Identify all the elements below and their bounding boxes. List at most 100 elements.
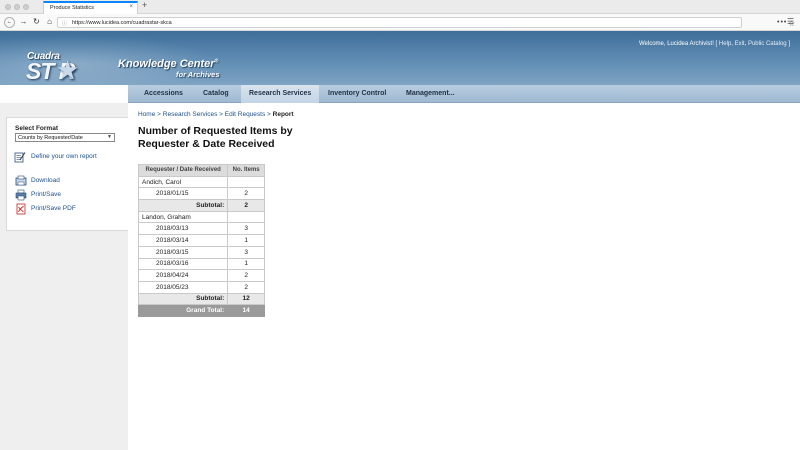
- table-row: 2018/05/23 2: [137, 280, 265, 294]
- table-grand-total-row: Grand Total: 14: [137, 304, 265, 317]
- breadcrumb-sep: >: [157, 111, 161, 118]
- row-count: 2: [227, 269, 265, 282]
- registered-mark: ®: [214, 58, 219, 65]
- page-title-line1: Number of Requested Items by: [138, 125, 293, 137]
- window-minimize-dot[interactable]: [14, 4, 20, 10]
- row-count: [227, 210, 265, 224]
- table-row: 2018/04/24 2: [137, 269, 265, 282]
- edit-report-icon[interactable]: [14, 151, 26, 163]
- header-requester-date: Requester / Date Received: [137, 164, 229, 177]
- for-archives-subtitle: for Archives: [176, 70, 220, 79]
- breadcrumb-home[interactable]: Home: [138, 111, 155, 118]
- table-row: 2018/03/16 1: [137, 257, 265, 271]
- forward-arrow-icon[interactable]: →: [18, 17, 29, 28]
- browser-nav-bar: ← → ↻ ⌂ ⓘ https://www.lucidea.com/cuadra…: [0, 14, 800, 31]
- row-label: Grand Total:: [137, 304, 229, 317]
- tab-close-icon[interactable]: ×: [129, 4, 133, 10]
- kc-title-text: Knowledge Center: [118, 58, 215, 70]
- header-no-items: No. Items: [227, 164, 265, 177]
- row-count: 2: [227, 280, 265, 294]
- site-header: Cuadra ST R ★ Knowledge Center® for Arch…: [0, 31, 800, 85]
- download-link[interactable]: Download: [31, 177, 60, 184]
- format-select-value: Counts by Requester/Date: [18, 135, 83, 141]
- window-close-dot[interactable]: [5, 4, 11, 10]
- window-controls[interactable]: [5, 4, 29, 10]
- breadcrumb-sep: >: [219, 111, 223, 118]
- new-tab-icon[interactable]: +: [142, 0, 147, 10]
- row-count: 2: [227, 199, 265, 212]
- row-label: 2018/03/13: [137, 222, 229, 236]
- row-label: 2018/04/24: [137, 269, 229, 282]
- nav-inventory-control[interactable]: Inventory Control: [320, 85, 394, 103]
- row-label: Subtotal:: [137, 199, 229, 212]
- row-count: 1: [227, 257, 265, 271]
- browser-tab-active[interactable]: Produce Statistics ×: [43, 1, 138, 14]
- define-report-link[interactable]: Define your own report: [31, 153, 97, 160]
- window-maximize-dot[interactable]: [23, 4, 29, 10]
- public-catalog-link[interactable]: Public Catalog: [748, 41, 787, 47]
- format-select[interactable]: Counts by Requester/Date ▼: [15, 133, 115, 142]
- exit-link[interactable]: Exit: [735, 41, 745, 47]
- breadcrumb: Home > Research Services > Edit Requests…: [138, 111, 294, 118]
- table-row: 2018/01/15 2: [137, 187, 265, 201]
- row-count: 2: [227, 187, 265, 201]
- page-title-line2: Requester & Date Received: [138, 137, 275, 150]
- download-icon[interactable]: [15, 175, 27, 187]
- row-label: 2018/03/14: [137, 234, 229, 247]
- browser-tab-bar: Produce Statistics × +: [0, 0, 800, 14]
- row-count: [227, 175, 265, 189]
- table-subtotal-row: Subtotal: 2: [137, 199, 265, 212]
- table-header-row: Requester / Date Received No. Items: [137, 164, 265, 177]
- hamburger-menu-icon[interactable]: ☰: [787, 17, 794, 26]
- row-label: Landon, Graham: [137, 210, 229, 224]
- tab-title: Produce Statistics: [50, 5, 95, 11]
- url-text: https://www.lucidea.com/cuadrastar-skca: [72, 20, 172, 26]
- table-row: 2018/03/13 3: [137, 222, 265, 236]
- row-label: Andich, Carol: [137, 175, 229, 189]
- row-label: 2018/05/23: [137, 280, 229, 294]
- row-label: 2018/03/16: [137, 257, 229, 271]
- row-count: 3: [227, 222, 265, 236]
- print-save-pdf-link[interactable]: Print/Save PDF: [31, 205, 76, 212]
- select-format-label: Select Format: [15, 125, 58, 132]
- nav-left-spacer: [0, 85, 128, 103]
- table-row: 2018/03/15 3: [137, 245, 265, 259]
- main-nav: Accessions Catalog Research Services Inv…: [128, 85, 800, 103]
- welcome-text: Welcome, Lucidea Archivist! [: [638, 41, 718, 47]
- row-count: 14: [227, 304, 265, 317]
- page-actions-icon[interactable]: •••: [777, 19, 787, 26]
- info-icon[interactable]: ⓘ: [62, 20, 67, 27]
- nav-catalog[interactable]: Catalog: [195, 85, 237, 103]
- row-count: 1: [227, 234, 265, 247]
- welcome-bar: Welcome, Lucidea Archivist! [ Help, Exit…: [638, 41, 790, 47]
- printer-icon[interactable]: [15, 189, 27, 201]
- home-icon[interactable]: ⌂: [44, 17, 55, 28]
- logo-star-icon: ★: [56, 55, 80, 85]
- back-arrow-icon[interactable]: ←: [4, 17, 15, 28]
- row-label: 2018/03/15: [137, 245, 229, 259]
- nav-accessions[interactable]: Accessions: [136, 85, 191, 103]
- print-save-link[interactable]: Print/Save: [31, 191, 61, 198]
- row-label: Subtotal:: [137, 292, 229, 306]
- breadcrumb-current: Report: [272, 111, 294, 118]
- table-group-row: Andich, Carol: [137, 175, 265, 189]
- row-count: 12: [227, 292, 265, 306]
- report-table: Requester / Date Received No. Items Andi…: [137, 164, 265, 317]
- table-group-row: Landon, Graham: [137, 210, 265, 224]
- nav-management[interactable]: Management...: [398, 85, 463, 103]
- welcome-close-bracket: ]: [788, 41, 790, 47]
- nav-research-services[interactable]: Research Services: [241, 85, 320, 103]
- pdf-icon[interactable]: [15, 203, 27, 215]
- page-title: Number of Requested Items by Requester &…: [138, 125, 308, 150]
- row-label: 2018/01/15: [137, 187, 229, 201]
- help-link[interactable]: Help: [719, 41, 731, 47]
- breadcrumb-research-services[interactable]: Research Services: [163, 111, 218, 118]
- knowledge-center-title: Knowledge Center®: [118, 58, 218, 70]
- breadcrumb-edit-requests[interactable]: Edit Requests: [225, 111, 265, 118]
- chevron-down-icon: ▼: [107, 134, 112, 140]
- table-row: 2018/03/14 1: [137, 234, 265, 247]
- address-bar[interactable]: ⓘ https://www.lucidea.com/cuadrastar-skc…: [57, 17, 795, 28]
- row-count: 3: [227, 245, 265, 259]
- table-subtotal-row: Subtotal: 12: [137, 292, 265, 306]
- reload-icon[interactable]: ↻: [31, 17, 42, 28]
